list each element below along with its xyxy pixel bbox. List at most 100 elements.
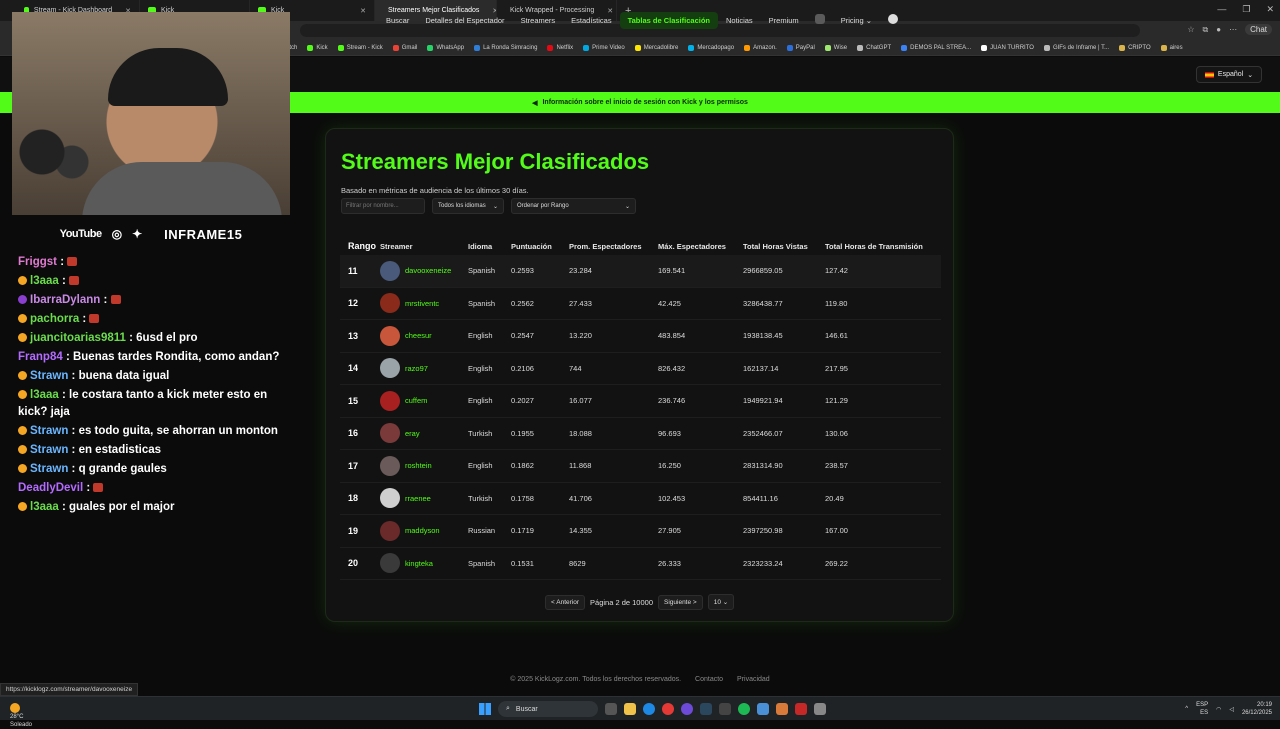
streamer-link[interactable]: maddyson	[405, 526, 440, 535]
chat-text: :	[61, 275, 66, 287]
table-row[interactable]: 20 kingteka Spanish 0.1531 8629 26.333 2323233…	[340, 548, 941, 580]
input-language[interactable]: ESP ES	[1196, 701, 1208, 717]
nav-buscar[interactable]: Buscar	[378, 12, 417, 29]
nav-pricing[interactable]: Pricing ⌄	[833, 12, 880, 29]
privacy-link[interactable]: Privacidad	[737, 676, 770, 683]
rank-cell: 16	[348, 428, 359, 439]
task-view-icon[interactable]	[605, 703, 617, 715]
steam-icon[interactable]	[700, 703, 712, 715]
table-row[interactable]: 19 maddyson Russian 0.1719 14.355 27.905 23972…	[340, 515, 941, 548]
volume-icon[interactable]: ◁	[1229, 706, 1234, 713]
chat-username: Strawn	[30, 370, 69, 382]
sort-select[interactable]: Ordenar por Rango ⌄	[511, 198, 636, 214]
hours-streamed-cell: 127.42	[825, 266, 848, 276]
name-filter-input[interactable]: Filtrar por nombre...	[341, 198, 425, 214]
language-filter-select[interactable]: Todos los idiomas ⌄	[432, 198, 504, 214]
next-page-button[interactable]: Siguiente >	[658, 594, 703, 610]
table-row[interactable]: 18 rraenee Turkish 0.1758 41.706 102.453 85441…	[340, 483, 941, 515]
bookmark-item[interactable]: WhatsApp	[427, 44, 464, 51]
menu-icon[interactable]: ⋯	[1229, 25, 1237, 34]
bookmark-item[interactable]: Gmail	[392, 44, 417, 51]
star-icon[interactable]: ☆	[1187, 25, 1194, 34]
bookmark-item[interactable]: PayPal	[786, 44, 815, 51]
streamer-link[interactable]: eray	[405, 429, 420, 438]
table-row[interactable]: 17 roshtein English 0.1862 11.868 16.250 28313…	[340, 450, 941, 483]
emote-icon	[67, 257, 78, 266]
bookmark-item[interactable]: ChatGPT	[857, 44, 891, 51]
discord-icon[interactable]	[807, 10, 833, 30]
bookmark-folder[interactable]: aires	[1160, 44, 1183, 51]
taskbar-search[interactable]: ⌕ Buscar	[498, 701, 598, 717]
edge-icon[interactable]	[643, 703, 655, 715]
streamer-link[interactable]: rraenee	[405, 494, 431, 503]
bookmark-item[interactable]: Mercadopago	[688, 44, 734, 51]
streamer-link[interactable]: roshtein	[405, 461, 432, 470]
avg-viewers-cell: 41.706	[569, 493, 592, 503]
hours-streamed-cell: 121.29	[825, 396, 848, 406]
nav-detalles-espectador[interactable]: Detalles del Espectador	[417, 12, 512, 29]
windows-start-icon[interactable]	[479, 703, 491, 715]
table-row[interactable]: 11 davooxeneize Spanish 0.2593 23.284 169.541…	[340, 255, 941, 288]
language-cell: English	[468, 461, 493, 471]
minimize-icon[interactable]: —	[1217, 4, 1226, 15]
close-window-icon[interactable]: ✕	[1266, 4, 1274, 15]
streamer-link[interactable]: razo97	[405, 364, 428, 373]
app-icon[interactable]	[814, 703, 826, 715]
file-explorer-icon[interactable]	[624, 703, 636, 715]
bookmark-item[interactable]: DEMOS PAL STREA...	[901, 44, 971, 51]
user-account-icon[interactable]	[880, 10, 906, 30]
table-row[interactable]: 16 eray Turkish 0.1955 18.088 96.693 2352466.0…	[340, 418, 941, 450]
table-row[interactable]: 14 razo97 English 0.2106 744 826.432 162137.14…	[340, 353, 941, 385]
maximize-icon[interactable]: ❐	[1242, 4, 1250, 15]
nav-streamers[interactable]: Streamers	[513, 12, 564, 29]
obs-icon[interactable]	[681, 703, 693, 715]
nav-noticias[interactable]: Noticias	[718, 12, 761, 29]
chevron-up-icon[interactable]: ^	[1185, 706, 1188, 712]
wifi-icon[interactable]: ◠	[1216, 706, 1221, 713]
page-size-select[interactable]: 10 ⌄	[707, 594, 735, 610]
streamer-link[interactable]: mrstiventc	[405, 299, 439, 308]
bookmark-item[interactable]: Mercadolibre	[634, 44, 678, 51]
bookmark-item[interactable]: Wise	[824, 44, 847, 51]
app-icon[interactable]	[719, 703, 731, 715]
prev-page-button[interactable]: < Anterior	[545, 594, 586, 610]
table-row[interactable]: 12 mrstiventc Spanish 0.2562 27.433 42.425 328…	[340, 288, 941, 320]
streamer-link[interactable]: cuffem	[405, 396, 427, 405]
bookmark-item[interactable]: Prime Video	[583, 44, 625, 51]
table-row[interactable]: 13 cheesur English 0.2547 13.220 483.854 19381…	[340, 320, 941, 353]
profile-icon[interactable]: ●	[1216, 25, 1221, 34]
extensions-icon[interactable]: ⧉	[1203, 25, 1209, 35]
avatar	[380, 553, 400, 574]
clock[interactable]: 20:19 26/12/2025	[1242, 701, 1272, 717]
streamer-link[interactable]: kingteka	[405, 559, 433, 568]
column-header: Prom. Espectadores	[569, 241, 642, 251]
bookmark-folder[interactable]: CRIPTO	[1119, 44, 1151, 51]
streamer-link[interactable]: cheesur	[405, 331, 432, 340]
spotify-icon[interactable]	[738, 703, 750, 715]
bookmark-item[interactable]: La Ronda Simracing	[474, 44, 537, 51]
chat-button[interactable]: Chat	[1245, 24, 1272, 35]
bookmark-item[interactable]: Netflix	[547, 44, 573, 51]
nav-premium[interactable]: Premium	[761, 12, 807, 29]
bookmark-item[interactable]: Kick	[307, 44, 328, 51]
chat-username: DeadlyDevil	[18, 482, 84, 494]
bookmark-item[interactable]: Stream - Kick	[337, 44, 383, 51]
score-cell: 0.2027	[511, 396, 534, 406]
app-icon[interactable]	[795, 703, 807, 715]
close-tab-icon[interactable]: ✕	[360, 7, 366, 15]
contact-link[interactable]: Contacto	[695, 676, 723, 683]
telegram-icon[interactable]	[757, 703, 769, 715]
streamer-link[interactable]: davooxeneize	[405, 266, 451, 275]
table-row[interactable]: 15 cuffem English 0.2027 16.077 236.746 194992…	[340, 385, 941, 418]
nav-estadisticas[interactable]: Estadísticas	[563, 12, 619, 29]
column-header: Máx. Espectadores	[658, 241, 726, 251]
weather-widget[interactable]: 28°C Soleado	[10, 701, 32, 729]
app-icon[interactable]	[776, 703, 788, 715]
hours-watched-cell: 3286438.77	[743, 298, 783, 308]
language-selector[interactable]: Español ⌄	[1196, 66, 1262, 83]
bookmark-item[interactable]: GIFs de Inframe | T...	[1043, 44, 1109, 51]
bookmark-item[interactable]: Amazon.	[744, 44, 777, 51]
bookmark-item[interactable]: JUAN TURRITO	[981, 44, 1034, 51]
nav-tablas-clasificacion[interactable]: Tablas de Clasificación	[619, 11, 718, 29]
opera-icon[interactable]	[662, 703, 674, 715]
